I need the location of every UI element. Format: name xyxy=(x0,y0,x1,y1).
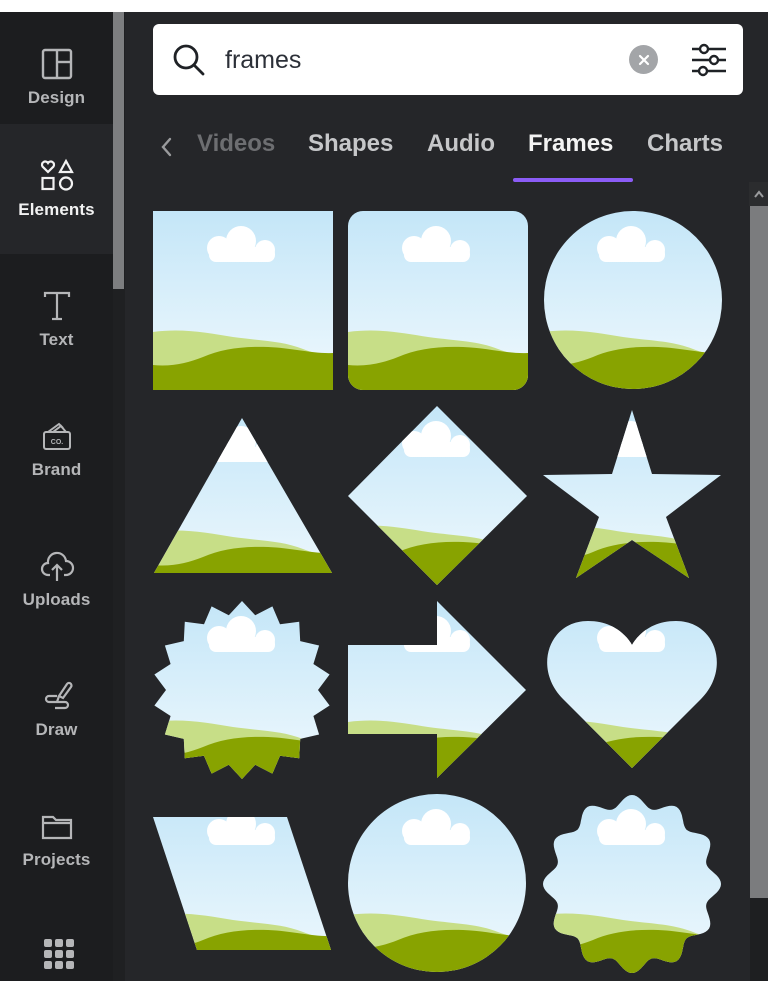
diamond-frame[interactable] xyxy=(348,406,528,586)
square-frame[interactable] xyxy=(153,211,333,391)
star-frame[interactable] xyxy=(543,406,723,586)
arrow-frame[interactable] xyxy=(348,601,528,781)
burst-frame[interactable] xyxy=(153,601,333,781)
parallelogram-frame[interactable] xyxy=(153,794,333,974)
triangle-frame[interactable] xyxy=(153,411,333,591)
scalloped-frame[interactable] xyxy=(543,794,723,974)
frames-grid xyxy=(153,211,723,974)
ellipse-frame[interactable] xyxy=(348,794,528,974)
heart-frame[interactable] xyxy=(543,601,723,781)
canva-editor: Design Elements Text CO. Brand Uploads D… xyxy=(0,12,768,981)
rounded-square-frame[interactable] xyxy=(348,211,528,391)
circle-frame[interactable] xyxy=(543,211,723,391)
